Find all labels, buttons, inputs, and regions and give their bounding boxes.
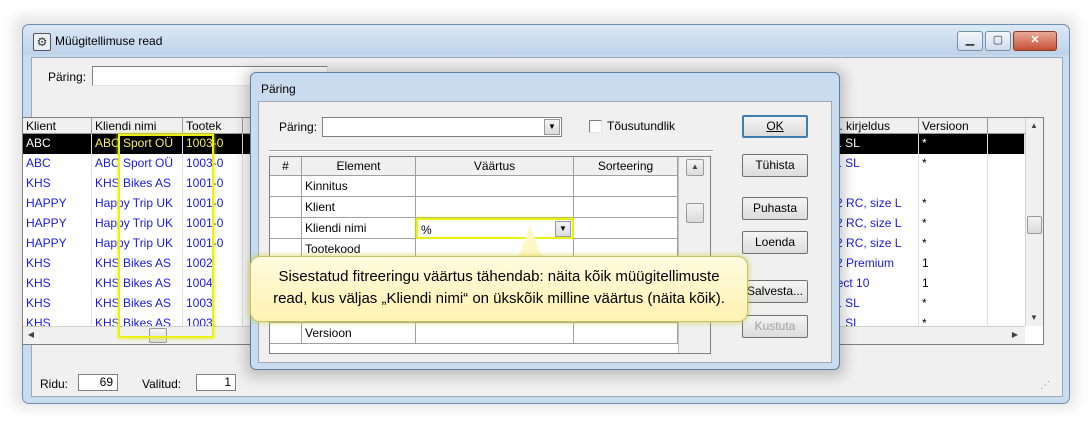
rows-count: 69 xyxy=(78,374,118,391)
tooltip-line-2: read, kus väljas „Kliendi nimi“ on ükskõ… xyxy=(273,290,725,307)
ok-button[interactable]: OK xyxy=(742,115,808,138)
cell-klient: HAPPY xyxy=(23,214,92,234)
cell-element: Kinnitus xyxy=(302,176,416,197)
cell-sort[interactable] xyxy=(574,218,678,239)
ascending-checkbox[interactable] xyxy=(589,120,602,133)
minimize-button[interactable]: ▁ xyxy=(957,31,983,51)
scroll-left-icon[interactable]: ◀ xyxy=(24,328,38,342)
scroll-right-icon[interactable]: ▶ xyxy=(1008,328,1022,342)
cell-klient: ABC xyxy=(23,154,92,174)
dialog-query-select[interactable]: ▼ xyxy=(322,117,562,137)
cell-versioon: 1 xyxy=(919,254,988,274)
rows-label: Ridu: xyxy=(40,377,69,391)
dialog-title: Päring xyxy=(261,82,296,96)
separator xyxy=(269,150,713,152)
selected-label: Valitud: xyxy=(142,377,182,391)
save-label: Salvesta... xyxy=(746,284,804,298)
col-header-element: Element xyxy=(302,157,416,176)
cell-klient: KHS xyxy=(23,294,92,314)
cell-versioon: * xyxy=(919,234,988,254)
cell-sort[interactable] xyxy=(574,176,678,197)
tooltip-callout: Sisestatud fitreeringu väärtus tähendab:… xyxy=(250,256,748,322)
delete-label: Kustuta xyxy=(754,319,796,333)
col-header-sorteering: Sorteering xyxy=(574,157,678,176)
cell-filler xyxy=(988,134,1025,154)
cell-element: Klient xyxy=(302,197,416,218)
cancel-label: Tühista xyxy=(755,158,795,172)
col-header-versioon[interactable]: Versioon xyxy=(919,118,988,134)
cell-value-combo[interactable]: % ▼ xyxy=(416,218,574,239)
scroll-down-icon[interactable]: ▼ xyxy=(1027,311,1041,325)
cell-versioon: * xyxy=(919,134,988,154)
filter-row[interactable]: Kinnitus xyxy=(270,176,678,197)
cell-element: Kliendi nimi xyxy=(302,218,416,239)
cell-num xyxy=(270,197,302,218)
chevron-down-icon[interactable]: ▼ xyxy=(555,221,571,237)
cell-versioon: * xyxy=(919,194,988,214)
cell-klient: ABC xyxy=(23,134,92,154)
cell-value[interactable] xyxy=(416,197,574,218)
cell-klient: KHS xyxy=(23,254,92,274)
filter-row[interactable]: Versioon xyxy=(270,323,678,344)
close-button[interactable]: ✕ xyxy=(1013,31,1057,51)
window-title: Müügitellimuse read xyxy=(55,34,163,48)
clear-button[interactable]: Puhasta xyxy=(742,197,808,220)
col-header-tootekood[interactable]: Tootek xyxy=(183,118,243,134)
cell-num xyxy=(270,218,302,239)
tooltip-tail xyxy=(518,226,542,258)
selected-count: 1 xyxy=(196,374,236,391)
cell-element: Versioon xyxy=(302,323,416,344)
col-header-klient[interactable]: Klient xyxy=(23,118,92,134)
dialog-scroll-thumb[interactable] xyxy=(686,203,704,223)
col-header-kliendi-nimi[interactable]: Kliendi nimi xyxy=(92,118,183,134)
load-button[interactable]: Loenda xyxy=(742,231,808,254)
cell-versioon: * xyxy=(919,154,988,174)
cell-value: % xyxy=(421,223,432,237)
col-header-filler xyxy=(988,118,1026,134)
cell-klient: HAPPY xyxy=(23,234,92,254)
title-bar[interactable]: ⚙ Müügitellimuse read ▁ ▢ ✕ xyxy=(23,25,1069,55)
cancel-button[interactable]: Tühista xyxy=(742,154,808,177)
dialog-query-label: Päring: xyxy=(279,120,318,134)
filter-row[interactable]: Klient xyxy=(270,197,678,218)
cell-versioon: * xyxy=(919,294,988,314)
col-header-num: # xyxy=(270,157,302,176)
cell-versioon: * xyxy=(919,214,988,234)
query-dialog: Päring Päring: ▼ Tõusutundlik # Element … xyxy=(250,72,840,370)
filter-grid: # Element Väärtus Sorteering Kinnitus Kl… xyxy=(269,156,711,354)
chevron-down-icon[interactable]: ▼ xyxy=(544,119,560,135)
cell-sort[interactable] xyxy=(574,197,678,218)
tooltip-text: Sisestatud fitreeringu väärtus tähendab:… xyxy=(261,266,737,310)
cell-versioon xyxy=(919,174,988,194)
clear-label: Puhasta xyxy=(752,201,798,215)
cell-value[interactable] xyxy=(416,323,574,344)
app-icon: ⚙ xyxy=(33,33,51,51)
col-header-vaartus: Väärtus xyxy=(416,157,574,176)
query-label: Päring: xyxy=(48,70,87,84)
dialog-client: Päring: ▼ Tõusutundlik # Element Väärtus… xyxy=(258,101,832,363)
cell-klient: HAPPY xyxy=(23,194,92,214)
cell-klient: KHS xyxy=(23,274,92,294)
save-button[interactable]: Salvesta... xyxy=(742,280,808,303)
filter-row[interactable]: Kliendi nimi % ▼ xyxy=(270,218,678,239)
dialog-grid-scrollbar[interactable]: ▲ xyxy=(678,157,710,353)
column-highlight xyxy=(118,134,214,338)
cell-sort[interactable] xyxy=(574,323,678,344)
cell-num xyxy=(270,176,302,197)
ok-label: OK xyxy=(766,119,784,133)
cell-num xyxy=(270,323,302,344)
cell-value[interactable] xyxy=(416,176,574,197)
load-label: Loenda xyxy=(754,235,796,249)
scroll-up-icon[interactable]: ▲ xyxy=(1027,119,1041,133)
maximize-button[interactable]: ▢ xyxy=(985,31,1011,51)
delete-button[interactable]: Kustuta xyxy=(742,315,808,338)
scroll-up-icon[interactable]: ▲ xyxy=(686,159,704,176)
cell-versioon: 1 xyxy=(919,274,988,294)
tooltip-line-1: Sisestatud fitreeringu väärtus tähendab:… xyxy=(278,268,720,285)
vertical-scrollbar[interactable]: ▲ ▼ xyxy=(1025,118,1043,326)
vertical-scroll-thumb[interactable] xyxy=(1027,216,1042,234)
resize-grip-icon[interactable]: ⋰ xyxy=(1040,380,1050,391)
cell-klient: KHS xyxy=(23,174,92,194)
ascending-label: Tõusutundlik xyxy=(607,119,676,133)
